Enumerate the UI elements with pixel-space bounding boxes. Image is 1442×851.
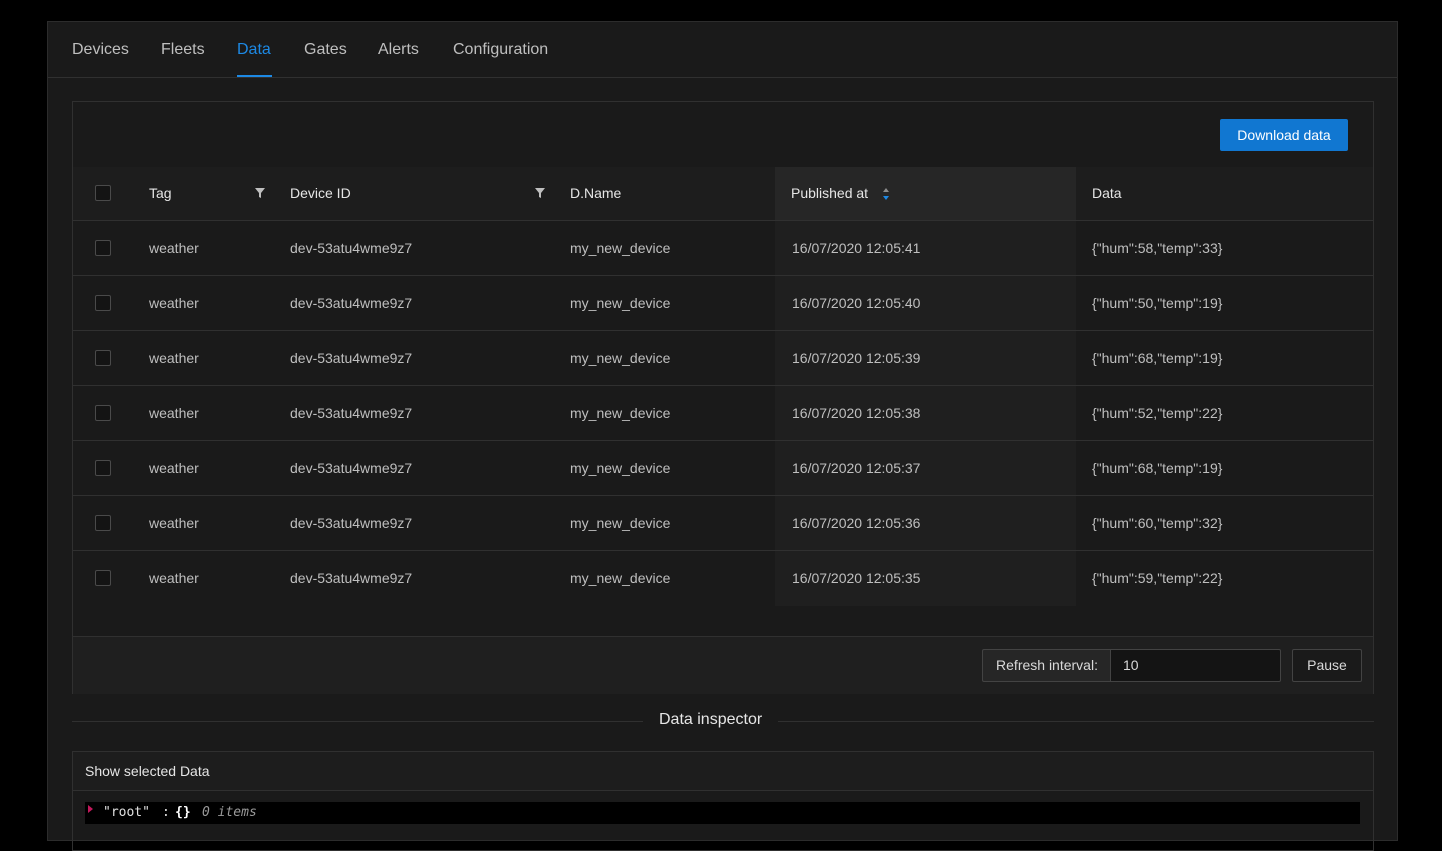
cell-tag: weather	[149, 515, 199, 531]
json-viewer: "root" : {} 0 items	[85, 802, 1360, 824]
download-data-button[interactable]: Download data	[1220, 119, 1348, 151]
cell-published-at: 16/07/2020 12:05:37	[792, 460, 921, 476]
cell-data: {"hum":68,"temp":19}	[1092, 460, 1223, 476]
json-colon: :	[162, 805, 170, 820]
column-header-data: Data	[1092, 185, 1122, 201]
table-row[interactable]: weather dev-53atu4wme9z7 my_new_device 16/0…	[73, 441, 1373, 496]
pause-button[interactable]: Pause	[1292, 649, 1362, 682]
json-item-count: 0 items	[202, 805, 257, 820]
cell-tag: weather	[149, 350, 199, 366]
cell-data: {"hum":68,"temp":19}	[1092, 350, 1223, 366]
select-all-checkbox[interactable]	[95, 185, 111, 201]
row-checkbox[interactable]	[95, 295, 111, 311]
cell-device-name: my_new_device	[570, 350, 671, 366]
cell-device-name: my_new_device	[570, 460, 671, 476]
refresh-interval-input[interactable]: 10	[1110, 649, 1281, 682]
refresh-interval-label: Refresh interval:	[982, 649, 1111, 682]
device-id-filter-icon[interactable]	[534, 187, 546, 199]
row-checkbox[interactable]	[95, 405, 111, 421]
tag-filter-icon[interactable]	[254, 187, 266, 199]
cell-tag: weather	[149, 570, 199, 586]
table-row[interactable]: weather dev-53atu4wme9z7 my_new_device 16/0…	[73, 331, 1373, 386]
cell-device-name: my_new_device	[570, 570, 671, 586]
cell-published-at: 16/07/2020 12:05:38	[792, 405, 921, 421]
row-checkbox[interactable]	[95, 240, 111, 256]
cell-device-name: my_new_device	[570, 515, 671, 531]
table-header: Tag Device ID D.Name Published at Data	[73, 167, 1373, 221]
cell-published-at: 16/07/2020 12:05:39	[792, 350, 921, 366]
data-inspector-card: Show selected Data "root" : {} 0 items	[72, 751, 1374, 851]
cell-tag: weather	[149, 460, 199, 476]
inspector-card-title: Show selected Data	[85, 763, 210, 779]
row-checkbox[interactable]	[95, 350, 111, 366]
cell-data: {"hum":59,"temp":22}	[1092, 570, 1223, 586]
row-checkbox[interactable]	[95, 460, 111, 476]
cell-device-name: my_new_device	[570, 295, 671, 311]
cell-published-at: 16/07/2020 12:05:36	[792, 515, 921, 531]
cell-published-at: 16/07/2020 12:05:41	[792, 240, 921, 256]
json-brace: {}	[175, 805, 191, 820]
cell-published-at: 16/07/2020 12:05:40	[792, 295, 921, 311]
tab-bar: Devices Fleets Data Gates Alerts Configu…	[48, 22, 1397, 78]
column-header-name: D.Name	[570, 185, 622, 201]
cell-tag: weather	[149, 405, 199, 421]
column-header-tag: Tag	[149, 185, 172, 201]
tab-gates[interactable]: Gates	[304, 41, 347, 59]
table-row[interactable]: weather dev-53atu4wme9z7 my_new_device 16/0…	[73, 496, 1373, 551]
cell-device-id: dev-53atu4wme9z7	[290, 350, 413, 366]
cell-device-id: dev-53atu4wme9z7	[290, 460, 413, 476]
cell-published-at: 16/07/2020 12:05:35	[792, 570, 921, 586]
refresh-bar: Refresh interval: 10 Pause	[73, 636, 1373, 694]
cell-device-name: my_new_device	[570, 240, 671, 256]
cell-device-id: dev-53atu4wme9z7	[290, 295, 413, 311]
cell-device-id: dev-53atu4wme9z7	[290, 405, 413, 421]
tab-configuration[interactable]: Configuration	[453, 41, 548, 59]
cell-device-name: my_new_device	[570, 405, 671, 421]
cell-data: {"hum":52,"temp":22}	[1092, 405, 1223, 421]
cell-device-id: dev-53atu4wme9z7	[290, 570, 413, 586]
row-checkbox[interactable]	[95, 570, 111, 586]
table-row[interactable]: weather dev-53atu4wme9z7 my_new_device 16/0…	[73, 276, 1373, 331]
table-row[interactable]: weather dev-53atu4wme9z7 my_new_device 16/0…	[73, 221, 1373, 276]
cell-tag: weather	[149, 295, 199, 311]
tab-alerts[interactable]: Alerts	[378, 41, 419, 59]
row-checkbox[interactable]	[95, 515, 111, 531]
cell-device-id: dev-53atu4wme9z7	[290, 515, 413, 531]
data-inspector-title: Data inspector	[643, 711, 779, 729]
expand-caret-icon[interactable]	[88, 805, 93, 813]
data-panel: Devices Fleets Data Gates Alerts Configu…	[47, 21, 1398, 851]
inspector-header: Show selected Data	[73, 752, 1373, 791]
column-header-device-id: Device ID	[290, 185, 351, 201]
column-header-published-at[interactable]: Published at	[791, 185, 868, 201]
sort-caret-icon[interactable]	[882, 187, 890, 201]
table-row[interactable]: weather dev-53atu4wme9z7 my_new_device 16/0…	[73, 386, 1373, 441]
data-table-card: Download data Tag Device ID D.Name Publi…	[72, 101, 1374, 694]
cell-data: {"hum":50,"temp":19}	[1092, 295, 1223, 311]
tab-fleets[interactable]: Fleets	[161, 41, 205, 59]
json-root-key: "root"	[103, 805, 150, 820]
table-body: weather dev-53atu4wme9z7 my_new_device 16/0…	[73, 221, 1373, 606]
tab-devices[interactable]: Devices	[72, 41, 129, 59]
tab-data[interactable]: Data	[237, 41, 271, 59]
cell-data: {"hum":60,"temp":32}	[1092, 515, 1223, 531]
cell-device-id: dev-53atu4wme9z7	[290, 240, 413, 256]
table-row[interactable]: weather dev-53atu4wme9z7 my_new_device 16/0…	[73, 551, 1373, 606]
cell-data: {"hum":58,"temp":33}	[1092, 240, 1223, 256]
active-tab-indicator	[237, 75, 272, 77]
cell-tag: weather	[149, 240, 199, 256]
